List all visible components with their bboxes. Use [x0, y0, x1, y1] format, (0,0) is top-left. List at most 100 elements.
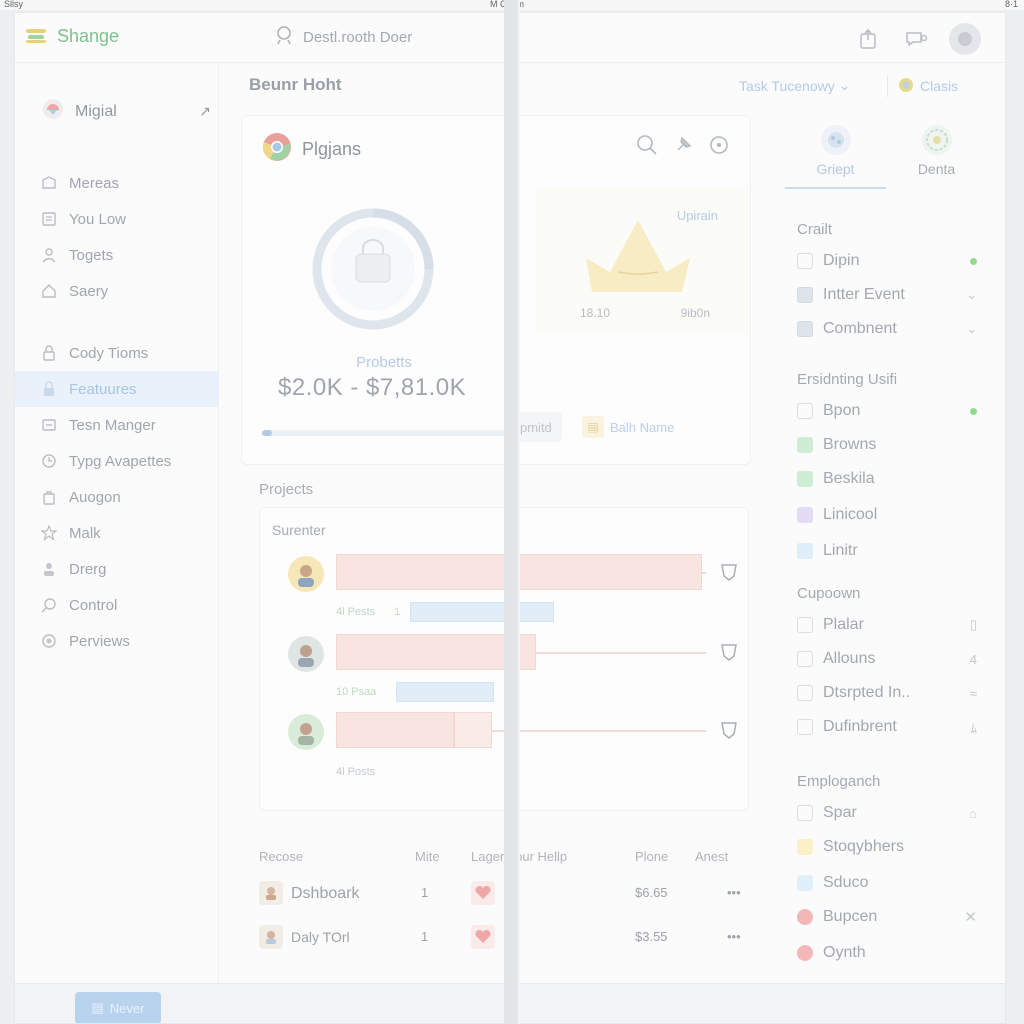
- sidebar-item-auogon[interactable]: Auogon: [15, 479, 219, 515]
- close-icon[interactable]: ✕: [964, 908, 977, 926]
- option-plalar[interactable]: Plalar ▯: [797, 611, 977, 639]
- user-avatar[interactable]: [949, 23, 981, 55]
- class-button-label: Clasis: [920, 78, 959, 94]
- chevron-down-icon[interactable]: ⌄: [966, 321, 977, 337]
- checkbox[interactable]: [797, 253, 813, 269]
- checkbox[interactable]: [797, 403, 813, 419]
- project-bar-segment: [454, 712, 492, 748]
- option-label: Allouns: [823, 650, 876, 667]
- chrome-icon: [898, 77, 914, 96]
- checkbox[interactable]: [797, 719, 813, 735]
- heart-icon[interactable]: [471, 881, 495, 910]
- home-icon[interactable]: ⌂: [969, 806, 977, 821]
- clock-icon: [41, 453, 57, 469]
- heart-icon[interactable]: [471, 925, 495, 954]
- swatch: [797, 839, 813, 855]
- sidebar-item-tesn-manger[interactable]: Tesn Manger: [15, 407, 219, 443]
- avatar: [288, 556, 324, 592]
- option-bupcen[interactable]: Bupcen ✕: [797, 903, 977, 931]
- option-oynth[interactable]: Oynth: [797, 939, 977, 967]
- mini-tick: 18.10: [580, 306, 611, 320]
- option-dipin[interactable]: Dipin: [797, 247, 977, 275]
- option-linicool[interactable]: Linicool: [797, 501, 977, 529]
- more-icon[interactable]: •••: [727, 885, 741, 900]
- tab-griept[interactable]: Griept: [785, 115, 886, 189]
- shield-icon[interactable]: [720, 642, 740, 662]
- row-price: $3.55: [635, 929, 668, 944]
- checkbox[interactable]: [797, 805, 813, 821]
- option-sduco[interactable]: Sduco: [797, 869, 977, 897]
- option-linitr[interactable]: Linitr: [797, 537, 977, 565]
- class-button[interactable]: Clasis: [887, 75, 958, 97]
- option-bpon[interactable]: Bpon: [797, 397, 977, 425]
- shield-icon[interactable]: [720, 562, 740, 582]
- sidebar-item-typg-avapettes[interactable]: Typg Avapettes: [15, 443, 219, 479]
- sidebar-item-drerg[interactable]: Drerg: [15, 551, 219, 587]
- top-actions: [853, 23, 981, 55]
- row-count: 1: [421, 929, 429, 944]
- task-dropdown[interactable]: Task Tucenowy ⌄: [739, 77, 850, 94]
- group-ersidnting: Ersidnting Usifi: [785, 371, 985, 388]
- option-label: Intter Event: [823, 286, 905, 303]
- search-icon[interactable]: [636, 134, 658, 161]
- sidebar-item-malk[interactable]: Malk: [15, 515, 219, 551]
- option-stoqybhers[interactable]: Stoqybhers: [797, 833, 977, 861]
- sidebar-item-label: Perviews: [69, 632, 130, 650]
- option-dtsrpted[interactable]: Dtsrpted In.. ≈: [797, 679, 977, 707]
- option-spar[interactable]: Spar ⌂: [797, 799, 977, 827]
- option-browns[interactable]: Browns: [797, 431, 977, 459]
- project-meta: 4l Posts: [336, 766, 376, 778]
- shuffle-icon[interactable]: ≈: [970, 686, 977, 701]
- trash-icon[interactable]: ▯: [970, 617, 977, 633]
- sidebar-header-label: Migial: [75, 102, 117, 120]
- more-icon[interactable]: •••: [727, 929, 741, 944]
- project-secondary-bar: [410, 602, 554, 622]
- status-dot: [970, 407, 977, 415]
- sidebar-item-mereas[interactable]: Mereas: [15, 165, 219, 201]
- sidebar-item-perviews[interactable]: Perviews: [15, 623, 219, 659]
- tool-icon[interactable]: ﾑ: [971, 718, 978, 737]
- group-crailt: Crailt: [785, 221, 985, 238]
- share-icon[interactable]: [853, 24, 883, 54]
- option-allouns[interactable]: Allouns 4: [797, 645, 977, 673]
- sidebar-item-saery[interactable]: Saery: [15, 273, 219, 309]
- option-combnent[interactable]: Combnent ⌄: [797, 315, 977, 343]
- sidebar-item-togets[interactable]: Togets: [15, 237, 219, 273]
- group-cupoown: Cupoown: [785, 585, 985, 602]
- option-label: Spar: [823, 804, 857, 821]
- chat-icon[interactable]: [901, 24, 931, 54]
- red-dot: [797, 945, 813, 961]
- task-dropdown-label: Task Tucenowy: [739, 77, 835, 94]
- shield-icon[interactable]: [720, 720, 740, 740]
- batch-name-link[interactable]: ▤ Balh Name: [582, 412, 674, 442]
- upirain-card[interactable]: Upirain 18.10 9ib0n: [536, 188, 748, 334]
- brand[interactable]: Shange: [25, 25, 119, 47]
- project-secondary-bar: [396, 682, 494, 702]
- pin-icon[interactable]: [672, 134, 694, 161]
- screen-divider: [504, 0, 518, 1024]
- tab-denta[interactable]: Denta: [886, 115, 987, 189]
- expand-arrow-icon[interactable]: ↗: [199, 103, 211, 120]
- option-intter-event[interactable]: Intter Event ⌄: [797, 281, 977, 309]
- checkbox[interactable]: [797, 617, 813, 633]
- option-dufinbrent[interactable]: Dufinbrent ﾑ: [797, 713, 977, 741]
- sidebar-item-featuures[interactable]: Featuures: [15, 371, 219, 407]
- swatch: [797, 875, 813, 891]
- option-label: Bpon: [823, 402, 861, 419]
- option-label: Browns: [823, 436, 877, 453]
- sidebar-item-cody-tioms[interactable]: Cody Tioms: [15, 335, 219, 371]
- info-icon[interactable]: [708, 134, 730, 161]
- lock-icon: [41, 381, 57, 397]
- checkbox[interactable]: [797, 651, 813, 667]
- chevron-down-icon[interactable]: ⌄: [966, 287, 977, 303]
- sidebar-item-you-low[interactable]: You Low: [15, 201, 219, 237]
- projects-title: Projects: [259, 481, 314, 498]
- sidebar-item-control[interactable]: Control: [15, 587, 219, 623]
- sidebar-item-label: You Low: [69, 210, 126, 228]
- checkbox[interactable]: [797, 685, 813, 701]
- never-button[interactable]: ▤ Never: [75, 992, 161, 1023]
- option-beskila[interactable]: Beskila: [797, 465, 977, 493]
- option-label: Plalar: [823, 616, 864, 633]
- sidebar-header[interactable]: Migial ↗: [41, 97, 211, 126]
- search-input[interactable]: Destl.rooth Doer: [275, 25, 412, 49]
